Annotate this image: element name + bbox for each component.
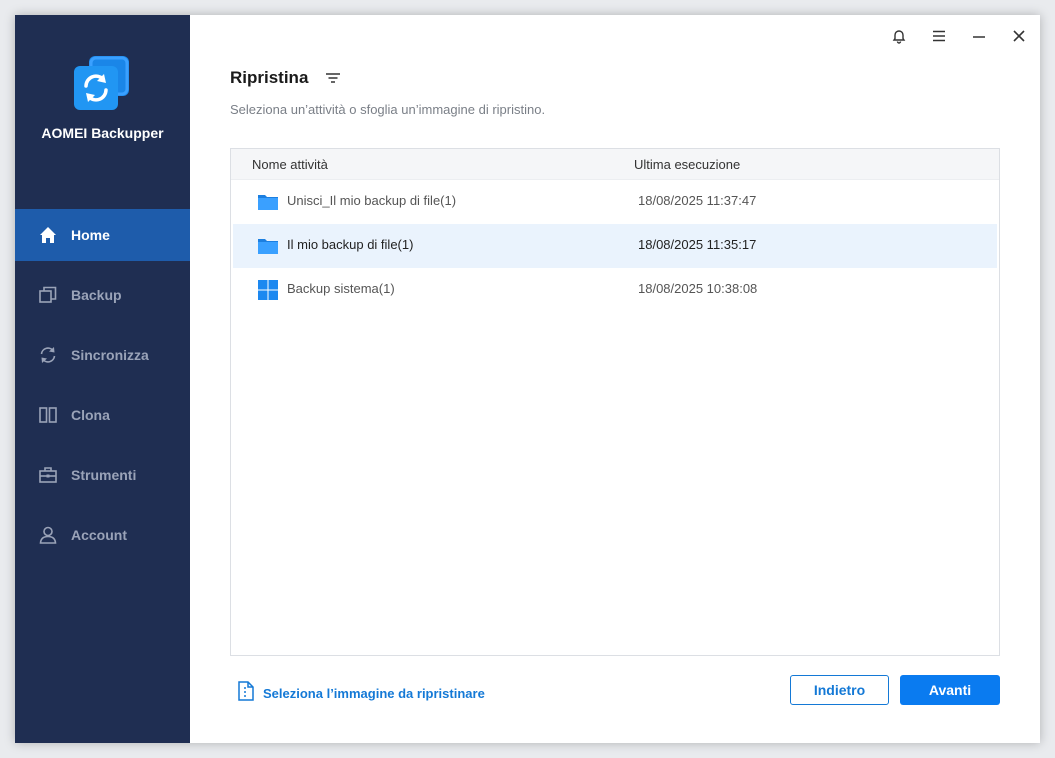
sync-icon [38,345,58,365]
select-image-link[interactable]: Seleziona l’immagine da ripristinare [237,681,485,706]
close-icon[interactable] [1008,25,1030,47]
minimize-icon[interactable] [968,25,990,47]
sidebar-item-account[interactable]: Account [15,509,190,561]
task-name: Il mio backup di file(1) [287,237,414,252]
account-icon [38,525,58,545]
table-header: Nome attività Ultima esecuzione [231,149,999,180]
page-title: Ripristina [230,68,309,87]
sidebar-item-label: Account [71,527,127,543]
image-file-icon [237,681,255,706]
app-name: AOMEI Backupper [41,125,164,141]
clone-icon [38,405,58,425]
filter-icon[interactable] [324,70,342,86]
table-row[interactable]: Unisci_Il mio backup di file(1) 18/08/20… [233,180,997,224]
sidebar-item-label: Sincronizza [71,347,149,363]
bell-icon[interactable] [888,25,910,47]
sidebar-item-home[interactable]: Home [15,209,190,261]
sidebar-item-strumenti[interactable]: Strumenti [15,449,190,501]
table-row[interactable]: Il mio backup di file(1) 18/08/2025 11:3… [233,224,997,268]
sidebar-item-label: Clona [71,407,110,423]
menu-icon[interactable] [928,25,950,47]
page-subtitle: Seleziona un’attività o sfoglia un’immag… [230,102,546,117]
sidebar: AOMEI Backupper Home Backup Sincronizza … [15,15,190,743]
sidebar-item-label: Strumenti [71,467,137,483]
sidebar-item-sincronizza[interactable]: Sincronizza [15,329,190,381]
back-button[interactable]: Indietro [790,675,889,705]
task-name: Unisci_Il mio backup di file(1) [287,193,457,208]
task-last-run: 18/08/2025 11:35:17 [638,237,757,252]
next-button[interactable]: Avanti [900,675,1000,705]
home-icon [38,225,58,245]
task-name: Backup sistema(1) [287,281,395,296]
sidebar-item-clona[interactable]: Clona [15,389,190,441]
task-table: Nome attività Ultima esecuzione Unisci_I… [230,148,1000,656]
app-window: AOMEI Backupper Home Backup Sincronizza … [15,15,1040,743]
sidebar-item-label: Backup [71,287,122,303]
sidebar-item-backup[interactable]: Backup [15,269,190,321]
folder-icon [257,191,279,213]
table-row[interactable]: Backup sistema(1) 18/08/2025 10:38:08 [233,268,997,312]
backup-icon [38,285,58,305]
folder-icon [257,235,279,257]
column-header-last-run[interactable]: Ultima esecuzione [634,157,740,172]
column-header-name[interactable]: Nome attività [252,157,328,172]
app-logo-icon [73,55,131,113]
select-image-label: Seleziona l’immagine da ripristinare [263,686,485,701]
windows-icon [257,279,279,301]
tools-icon [38,465,58,485]
task-last-run: 18/08/2025 10:38:08 [638,281,758,296]
task-last-run: 18/08/2025 11:37:47 [638,193,757,208]
sidebar-item-label: Home [71,227,110,243]
